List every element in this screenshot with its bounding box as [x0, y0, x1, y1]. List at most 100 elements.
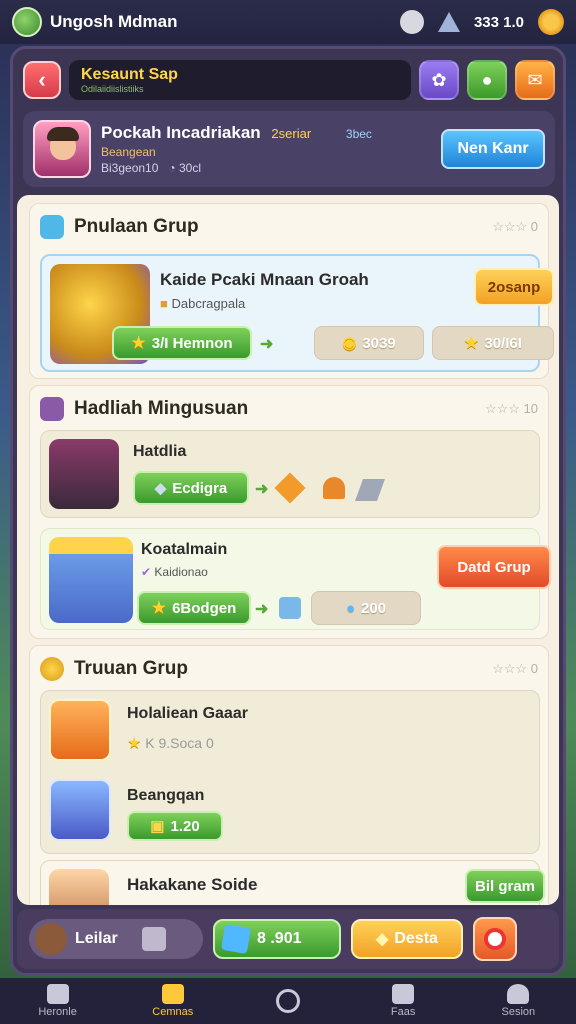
- gem-balance-button[interactable]: 8 .901: [213, 919, 341, 959]
- card-subtitle: ■ Dabcragpala: [160, 296, 246, 311]
- reward-card-koatalmain[interactable]: Koatalmain ✔ Kaidionao Datd Grup ★ 6Bodge…: [40, 528, 551, 630]
- card-title: Hatdlia: [133, 443, 187, 460]
- profile-card: Pockah Incadriakan 2seriar 3bec Beangean…: [23, 111, 555, 187]
- gem-icon: ◆: [154, 480, 167, 497]
- game-logo-icon[interactable]: [12, 7, 42, 37]
- amber-gem-icon: [274, 472, 306, 504]
- coin-icon: [40, 657, 64, 681]
- profile-line-2a: Bi3geon10: [101, 161, 159, 175]
- profile-line-2b: 30cl: [178, 161, 201, 175]
- card-title: Koatalmain: [141, 541, 228, 558]
- reward-pill-3: ★ 30/I6I: [432, 326, 554, 360]
- page-title: Kesaunt Sap: [81, 66, 178, 83]
- star-icon: ★: [127, 735, 142, 752]
- card-title: Kaide Pcaki Mnaan Groah: [160, 270, 369, 289]
- reward-pill-2: ● 200: [311, 591, 421, 625]
- reward-pill-1[interactable]: ★ 3/I Hemnon: [112, 326, 252, 360]
- profile-name: Pockah Incadriakan: [101, 123, 261, 142]
- chest-icon: [161, 984, 184, 1004]
- bottom-nav: Heronle Cemnas Faas Sesion: [0, 978, 576, 1024]
- section-title: Pnulaan Grup: [74, 216, 199, 237]
- avatar[interactable]: [49, 869, 109, 905]
- arrow-icon: ➜: [260, 336, 274, 353]
- member-list: Holaliean Gaaar ★ K 9.Soca 0 Beangqan ▣ 1…: [40, 690, 540, 854]
- avatar[interactable]: [33, 120, 91, 178]
- reward-card-hatdlia[interactable]: Hatdlia ◆ Ecdigra ➜: [40, 430, 540, 518]
- section-truuan: Truuan Grup ☆☆☆ 0 Holaliean Gaaar ★ K 9.…: [29, 645, 549, 905]
- orb-icon: ●: [345, 599, 356, 617]
- avatar[interactable]: [49, 779, 111, 841]
- member-name: Beangqan: [127, 787, 205, 804]
- treasure-icon: ▣: [150, 818, 165, 835]
- header-row: ‹ Kesaunt Sap Odilaiidiislistiiks ✿ ● ✉: [23, 57, 555, 103]
- star-icon: ★: [151, 600, 167, 617]
- arrow-icon: ➜: [255, 481, 269, 498]
- record-icon: [484, 928, 506, 950]
- page-title-box: Kesaunt Sap Odilaiidiislistiiks: [69, 60, 411, 100]
- nav-home[interactable]: Heronle: [18, 984, 98, 1018]
- section-stars: ☆☆☆ 10: [484, 401, 538, 416]
- member-stat-pill[interactable]: ▣ 1.20: [127, 811, 223, 841]
- member-stat: ★ K 9.Soca 0: [127, 735, 214, 752]
- nav-label: Faas: [390, 1006, 416, 1018]
- section-stars: ☆☆☆ 0: [492, 219, 538, 234]
- gem-icon: [437, 12, 460, 32]
- chest-icon: [49, 439, 119, 509]
- desta-label: Desta: [394, 930, 438, 947]
- profile-icon: [507, 984, 530, 1004]
- page-subtitle: Odilaiidiislistiiks: [81, 84, 144, 94]
- group-card[interactable]: Kaide Pcaki Mnaan Groah ■ Dabcragpala 2o…: [40, 254, 554, 372]
- section-stars: ☆☆☆ 0: [492, 661, 538, 676]
- chat-icon[interactable]: ●: [467, 60, 507, 100]
- back-button[interactable]: ‹: [23, 61, 61, 99]
- section-title: Hadliah Mingusuan: [74, 398, 249, 419]
- star-icon: ★: [131, 335, 146, 352]
- crystal-icon: [323, 477, 345, 499]
- avatar[interactable]: [49, 699, 111, 761]
- gear-icon[interactable]: [538, 9, 564, 35]
- card-subtitle: ✔ Kaidionao: [141, 565, 208, 579]
- content-panel: Pnulaan Grup ☆☆☆ 0 Kaide Pcaki Mnaan Gro…: [17, 195, 559, 905]
- reward-pill-1[interactable]: ★ 6Bodgen: [137, 591, 251, 625]
- card-action-button[interactable]: Datd Grup: [437, 545, 551, 589]
- resource-value: 333 1.0: [473, 13, 524, 31]
- nav-cemnas[interactable]: Cemnas: [133, 984, 213, 1018]
- arrow-icon: ➜: [255, 601, 269, 618]
- leader-avatar-icon: [35, 923, 67, 955]
- section-hadliah: Hadliah Mingusuan ☆☆☆ 10 Hatdlia ◆ Ecdigr…: [29, 385, 551, 639]
- reward-pill-2: ◉ 3039: [314, 326, 424, 360]
- calendar-icon: [40, 397, 64, 421]
- main-frame: ‹ Kesaunt Sap Odilaiidiislistiiks ✿ ● ✉ …: [10, 46, 566, 976]
- moon-icon[interactable]: [399, 10, 424, 34]
- member-row[interactable]: Hakakane Soide Bil gram: [40, 860, 545, 905]
- nav-center[interactable]: [248, 989, 328, 1013]
- circle-icon: [275, 989, 300, 1013]
- leader-button[interactable]: Leilar: [29, 919, 203, 959]
- resources: 333 1.0: [399, 9, 564, 35]
- member-action-button[interactable]: Bil gram: [465, 869, 545, 903]
- flower-icon[interactable]: ✿: [419, 60, 459, 100]
- mail-icon[interactable]: ✉: [515, 60, 555, 100]
- gift-box-icon: [49, 537, 133, 623]
- section-title: Truuan Grup: [74, 658, 188, 679]
- card-action-button[interactable]: 2osanp: [474, 268, 554, 306]
- desta-button[interactable]: ◆ Desta: [351, 919, 463, 959]
- document-icon: [141, 927, 166, 951]
- member-name: Holaliean Gaaar: [127, 705, 248, 722]
- profile-action-button[interactable]: Nen Kanr: [441, 129, 545, 169]
- member-name: Hakakane Soide: [127, 875, 258, 894]
- nav-faas[interactable]: Faas: [363, 984, 443, 1018]
- leader-label: Leilar: [75, 930, 118, 947]
- nav-label: Heronle: [38, 1006, 77, 1018]
- group-icon: [40, 215, 64, 239]
- reward-pill[interactable]: ◆ Ecdigra: [133, 471, 249, 505]
- coin-icon: ◉: [342, 335, 357, 352]
- chat-icon: [392, 984, 415, 1004]
- gem-balance: 8 .901: [257, 930, 302, 947]
- profile-line-1: Beangean: [101, 145, 156, 159]
- record-button[interactable]: [473, 917, 517, 961]
- action-bar: Leilar 8 .901 ◆ Desta: [17, 909, 559, 969]
- nav-sesion[interactable]: Sesion: [478, 984, 558, 1018]
- star-icon: ★: [464, 335, 479, 352]
- app-title: Ungosh Mdman: [50, 12, 178, 31]
